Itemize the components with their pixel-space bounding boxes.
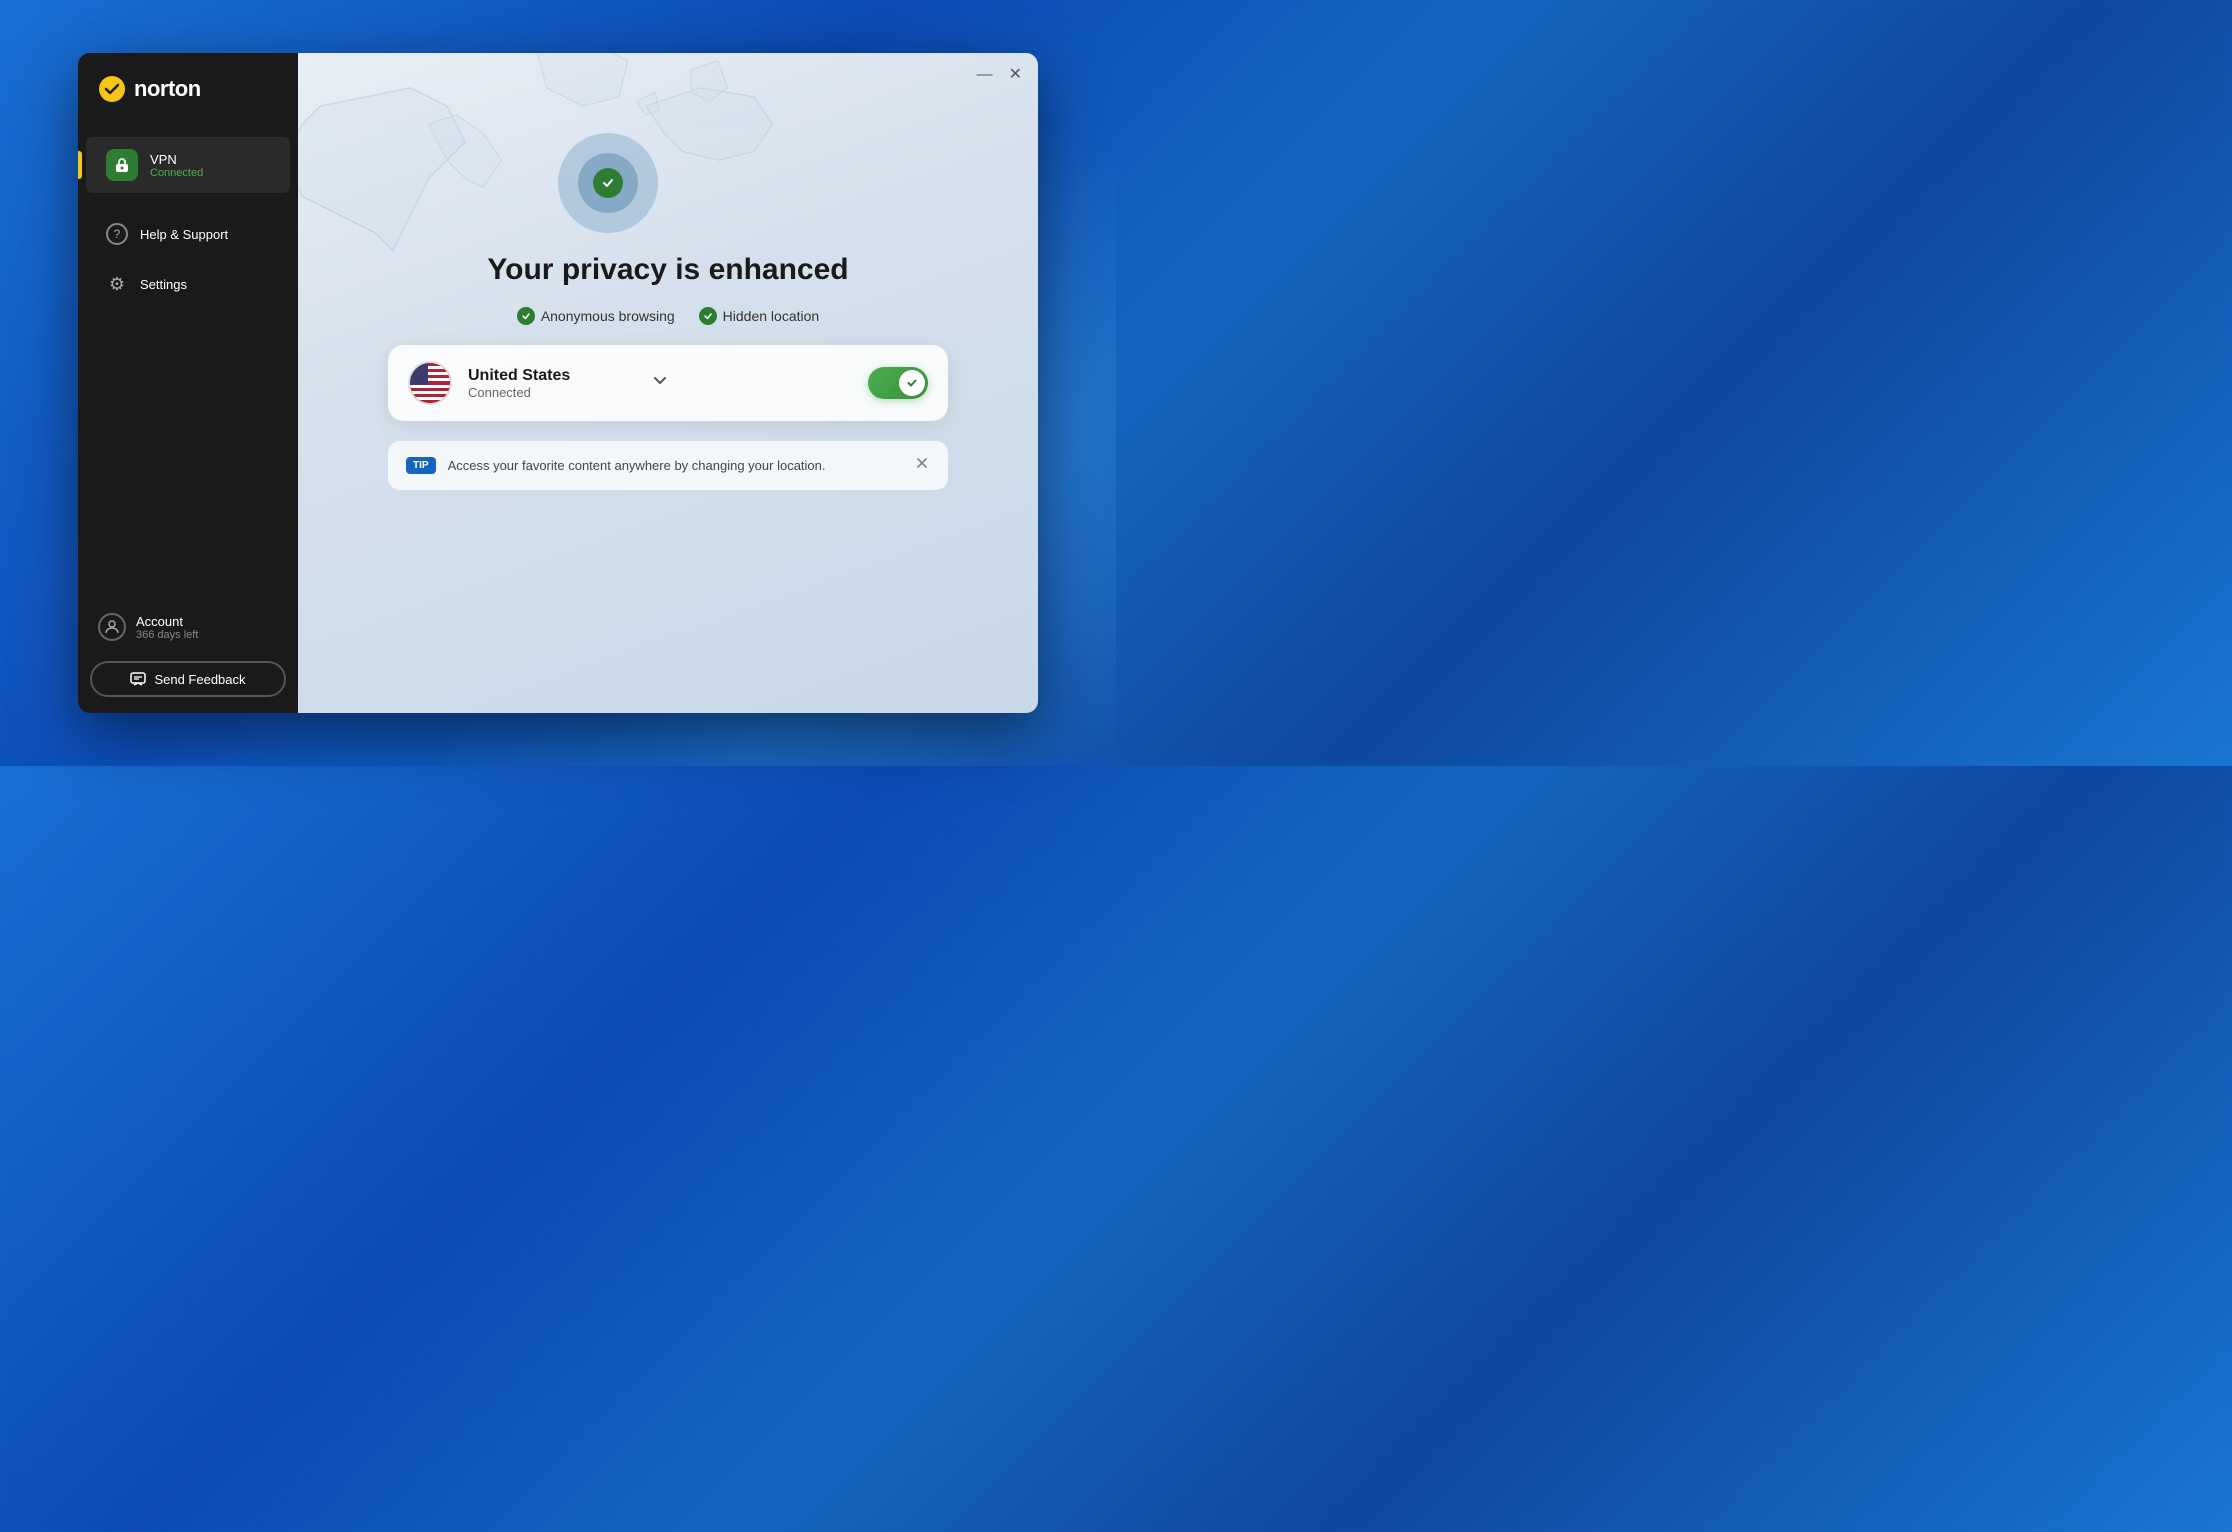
settings-icon: ⚙: [106, 273, 128, 295]
privacy-badges: Anonymous browsing Hidden location: [517, 307, 819, 325]
hidden-location-label: Hidden location: [723, 308, 820, 324]
hidden-location-badge: Hidden location: [699, 307, 820, 325]
tip-close-button[interactable]: [914, 455, 930, 476]
close-button[interactable]: ✕: [1009, 67, 1022, 83]
privacy-title: Your privacy is enhanced: [487, 253, 848, 287]
main-content: — ✕ Your privacy is enhanced Anonymous b…: [298, 53, 1038, 713]
send-feedback-button[interactable]: Send Feedback: [90, 661, 286, 697]
anonymous-check-icon: [517, 307, 535, 325]
sidebar-item-vpn[interactable]: VPN Connected: [86, 137, 290, 193]
hidden-location-check-icon: [699, 307, 717, 325]
account-sublabel: 366 days left: [136, 629, 198, 641]
sidebar-item-help[interactable]: ? Help & Support: [86, 211, 290, 257]
norton-logo-text: norton: [134, 76, 201, 102]
toggle-check-icon: [906, 377, 918, 389]
tip-bar: TIP Access your favorite content anywher…: [388, 441, 948, 490]
content-area: Your privacy is enhanced Anonymous brows…: [298, 53, 1038, 520]
tip-badge: TIP: [406, 457, 436, 474]
country-flag: [408, 361, 452, 405]
connection-info: United States Connected: [468, 367, 635, 400]
vpn-nav-label: VPN: [150, 152, 203, 167]
account-item[interactable]: Account 366 days left: [90, 605, 286, 649]
feedback-icon: [130, 671, 146, 687]
app-window: norton VPN Connected ?: [78, 53, 1038, 713]
account-text: Account 366 days left: [136, 614, 198, 641]
connection-card: United States Connected: [388, 345, 948, 421]
vpn-icon: [106, 149, 138, 181]
anonymous-browsing-badge: Anonymous browsing: [517, 307, 675, 325]
help-icon: ?: [106, 223, 128, 245]
account-label: Account: [136, 614, 198, 629]
feedback-label: Send Feedback: [154, 672, 245, 687]
vpn-nav-text: VPN Connected: [150, 152, 203, 179]
sidebar-item-settings[interactable]: ⚙ Settings: [86, 261, 290, 307]
norton-checkmark-icon: [98, 75, 126, 103]
window-controls: — ✕: [977, 67, 1022, 83]
sidebar-logo: norton: [78, 53, 298, 125]
minimize-button[interactable]: —: [977, 67, 993, 83]
location-dropdown-button[interactable]: [651, 372, 669, 395]
account-icon: [98, 613, 126, 641]
sidebar-nav: VPN Connected ? Help & Support ⚙ Setting…: [78, 125, 298, 589]
close-icon: [914, 455, 930, 471]
flag-canton: [410, 363, 428, 385]
chevron-down-icon: [651, 372, 669, 390]
toggle-thumb: [899, 370, 925, 396]
vpn-toggle[interactable]: [868, 367, 928, 399]
settings-nav-label: Settings: [140, 277, 187, 292]
connection-status: Connected: [468, 385, 635, 400]
tip-text: Access your favorite content anywhere by…: [448, 458, 902, 473]
sidebar-bottom: Account 366 days left Send Feedback: [78, 589, 298, 713]
anonymous-browsing-label: Anonymous browsing: [541, 308, 675, 324]
vpn-nav-sublabel: Connected: [150, 167, 203, 179]
help-nav-label: Help & Support: [140, 227, 228, 242]
connection-country: United States: [468, 367, 635, 385]
us-flag: [410, 363, 450, 403]
sidebar: norton VPN Connected ?: [78, 53, 298, 713]
